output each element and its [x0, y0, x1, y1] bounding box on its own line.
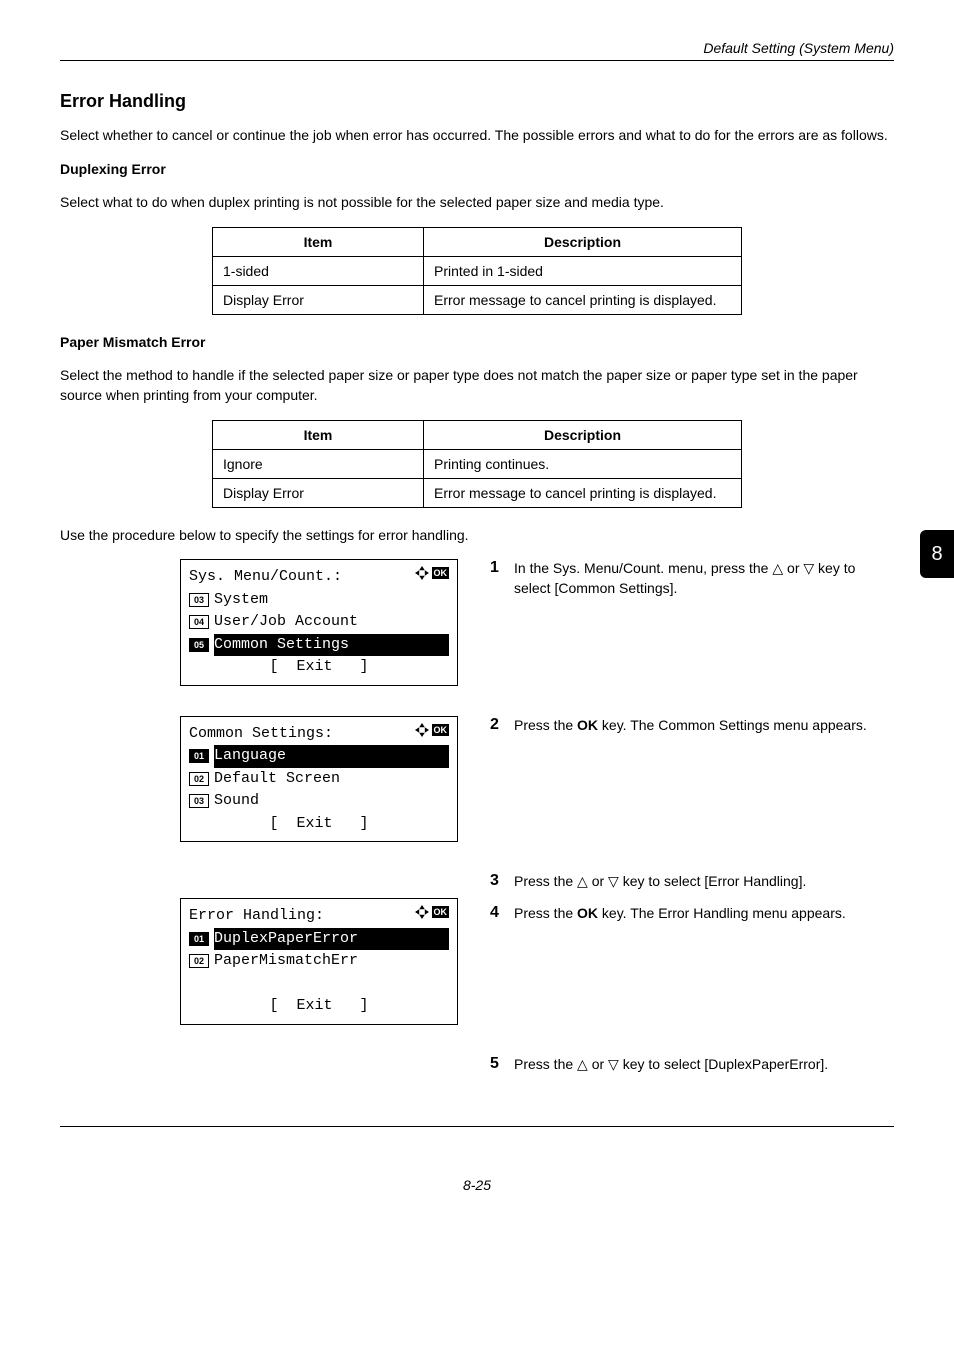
nav-arrows-icon: [415, 723, 429, 737]
step-text: Press the OK key. The Common Settings me…: [514, 716, 894, 736]
table-row: Ignore Printing continues.: [213, 449, 742, 478]
nav-arrows-icon: [415, 566, 429, 580]
lcd-header-icons: OK: [415, 905, 450, 919]
ok-icon: OK: [432, 724, 450, 736]
page-title: Error Handling: [60, 91, 894, 112]
lcd-exit: [ Exit ]: [269, 656, 368, 679]
intro-text: Select whether to cancel or continue the…: [60, 126, 894, 146]
sub1-heading: Duplexing Error: [60, 160, 894, 180]
page-number: 8-25: [60, 1177, 894, 1193]
lcd-error-handling: Error Handling: OK 01DuplexPaperError 02…: [180, 898, 458, 1025]
step-text: Press the △ or ▽ key to select [Error Ha…: [514, 872, 894, 892]
step-text: Press the △ or ▽ key to select [DuplexPa…: [514, 1055, 894, 1075]
th-item: Item: [213, 227, 424, 256]
ok-icon: OK: [432, 567, 450, 579]
down-triangle-icon: ▽: [803, 560, 814, 576]
duplexing-table: Item Description 1-sided Printed in 1-si…: [212, 227, 742, 315]
lcd-title: Common Settings:: [189, 723, 333, 746]
nav-arrows-icon: [415, 905, 429, 919]
mismatch-table: Item Description Ignore Printing continu…: [212, 420, 742, 508]
up-triangle-icon: △: [577, 873, 588, 889]
step-number: 3: [490, 872, 514, 892]
sub1-text: Select what to do when duplex printing i…: [60, 193, 894, 213]
ok-icon: OK: [432, 906, 450, 918]
running-header: Default Setting (System Menu): [60, 40, 894, 56]
lcd-common-settings: Common Settings: OK 01Language 02Default…: [180, 716, 458, 843]
step-text: In the Sys. Menu/Count. menu, press the …: [514, 559, 894, 598]
header-rule: [60, 60, 894, 61]
th-item: Item: [213, 420, 424, 449]
procedure-intro: Use the procedure below to specify the s…: [60, 526, 894, 546]
up-triangle-icon: △: [772, 560, 783, 576]
th-desc: Description: [424, 420, 742, 449]
down-triangle-icon: ▽: [608, 1056, 619, 1072]
th-desc: Description: [424, 227, 742, 256]
step-number: 1: [490, 559, 514, 598]
lcd-title: Error Handling:: [189, 905, 324, 928]
lcd-title: Sys. Menu/Count.:: [189, 566, 342, 589]
sub2-text: Select the method to handle if the selec…: [60, 366, 894, 405]
lcd-header-icons: OK: [415, 723, 450, 737]
lcd-sys-menu: Sys. Menu/Count.: OK 03System 04User/Job…: [180, 559, 458, 686]
chapter-tab: 8: [920, 530, 954, 578]
lcd-header-icons: OK: [415, 566, 450, 580]
step-number: 2: [490, 716, 514, 736]
down-triangle-icon: ▽: [608, 873, 619, 889]
lcd-exit: [ Exit ]: [269, 813, 368, 836]
sub2-heading: Paper Mismatch Error: [60, 333, 894, 353]
step-number: 5: [490, 1055, 514, 1075]
table-row: Display Error Error message to cancel pr…: [213, 285, 742, 314]
up-triangle-icon: △: [577, 1056, 588, 1072]
table-row: Display Error Error message to cancel pr…: [213, 478, 742, 507]
footer-rule: [60, 1126, 894, 1127]
step-number: 4: [490, 904, 514, 924]
lcd-exit: [ Exit ]: [269, 995, 368, 1018]
table-row: 1-sided Printed in 1-sided: [213, 256, 742, 285]
step-text: Press the OK key. The Error Handling men…: [514, 904, 894, 924]
